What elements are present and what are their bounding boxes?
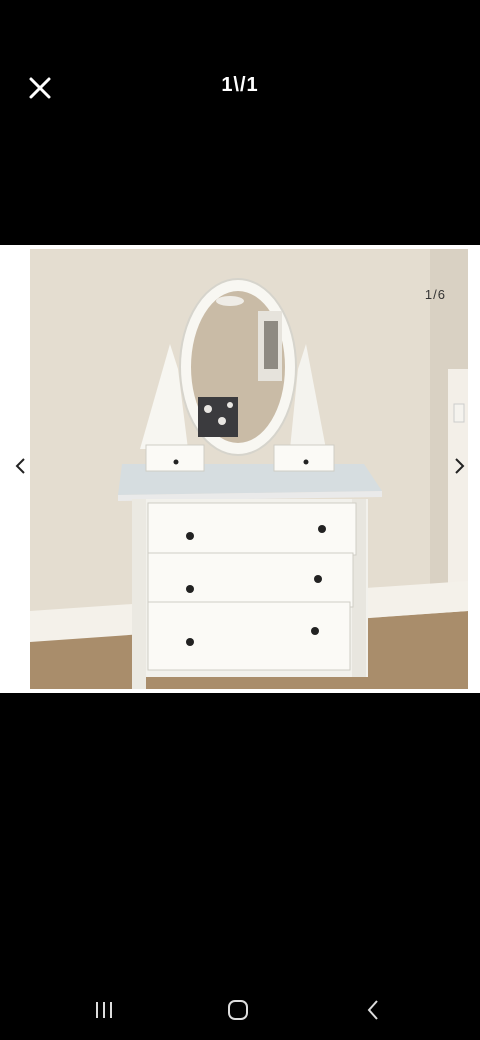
image-viewer[interactable]: 1/6 <box>0 245 480 693</box>
previous-image-button[interactable] <box>8 451 32 481</box>
dresser-photo: 1/6 <box>30 249 468 689</box>
back-button[interactable] <box>351 995 395 1025</box>
system-navigation-bar <box>0 985 480 1035</box>
image-counter: 1\/1 <box>221 74 259 96</box>
viewer-header: 1\/1 <box>0 0 480 180</box>
recent-apps-button[interactable] <box>82 995 126 1025</box>
photo-page-counter: 1/6 <box>424 287 446 302</box>
chevron-right-icon <box>455 458 465 474</box>
chevron-left-icon <box>15 458 25 474</box>
recent-apps-icon <box>96 1002 112 1018</box>
back-icon <box>367 1000 378 1020</box>
home-icon <box>228 1000 248 1020</box>
home-button[interactable] <box>216 995 260 1025</box>
next-image-button[interactable] <box>448 451 472 481</box>
